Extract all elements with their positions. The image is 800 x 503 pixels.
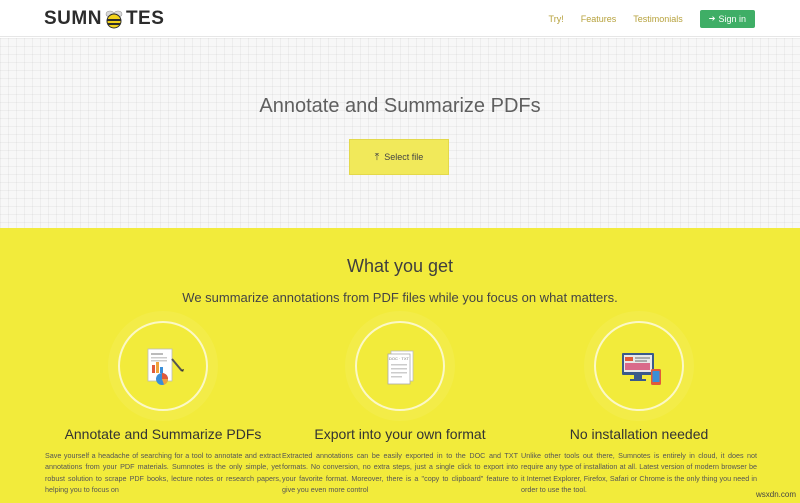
hero-section: Annotate and Summarize PDFs ⤒ Select fil… [0, 38, 800, 228]
feature-export-text: Extracted annotations can be easily expo… [282, 451, 518, 494]
logo-text-right: TES [125, 8, 165, 29]
section-subtitle: We summarize annotations from PDF files … [182, 290, 618, 305]
features-section: What you get We summarize annotations fr… [0, 228, 800, 503]
feature-no-install-text: Unlike other tools out there, Sumnotes i… [521, 451, 757, 494]
feature-annotate: Annotate and Summarize PDFs Save yoursel… [43, 321, 283, 495]
feature-icon-circle: DOC · TXT [355, 321, 445, 411]
feature-annotate-text: Save yourself a headache of searching fo… [45, 451, 281, 494]
document-chart-icon [147, 348, 184, 385]
sign-in-icon: ➔ [708, 14, 716, 23]
hero-title: Annotate and Summarize PDFs [259, 95, 541, 117]
sign-in-label: Sign in [718, 13, 746, 24]
feature-no-install: No installation needed Unlike other tool… [519, 321, 759, 495]
nav-features-link[interactable]: Features [581, 14, 617, 24]
top-navbar: SUMN TES Try! Features Testimonials ➔ Si… [0, 0, 800, 37]
svg-text:DOC · TXT: DOC · TXT [389, 356, 409, 361]
sign-in-button[interactable]: ➔ Sign in [699, 9, 755, 28]
feature-export: DOC · TXT Export into your own format Ex… [280, 321, 520, 495]
upload-icon: ⤒ [374, 151, 380, 163]
nav-testimonials-link[interactable]: Testimonials [633, 14, 683, 24]
watermark: wsxdn.com [755, 490, 796, 499]
feature-icon-circle [118, 321, 208, 411]
section-title: What you get [346, 256, 454, 276]
nav-try-link[interactable]: Try! [549, 14, 564, 24]
feature-icon-circle [594, 321, 684, 411]
select-file-button[interactable]: ⤒ Select file [349, 139, 449, 175]
bee-icon [103, 8, 125, 30]
feature-no-install-title: No installation needed [569, 426, 709, 442]
devices-icon [622, 353, 661, 385]
select-file-label: Select file [384, 152, 424, 162]
doc-txt-file-icon: DOC · TXT [387, 350, 414, 385]
logo-text-left: SUMN [44, 8, 102, 29]
main-nav: Try! Features Testimonials ➔ Sign in [549, 0, 755, 37]
feature-annotate-title: Annotate and Summarize PDFs [64, 426, 262, 442]
sumnotes-logo[interactable]: SUMN TES [44, 6, 164, 32]
feature-export-title: Export into your own format [314, 426, 486, 442]
